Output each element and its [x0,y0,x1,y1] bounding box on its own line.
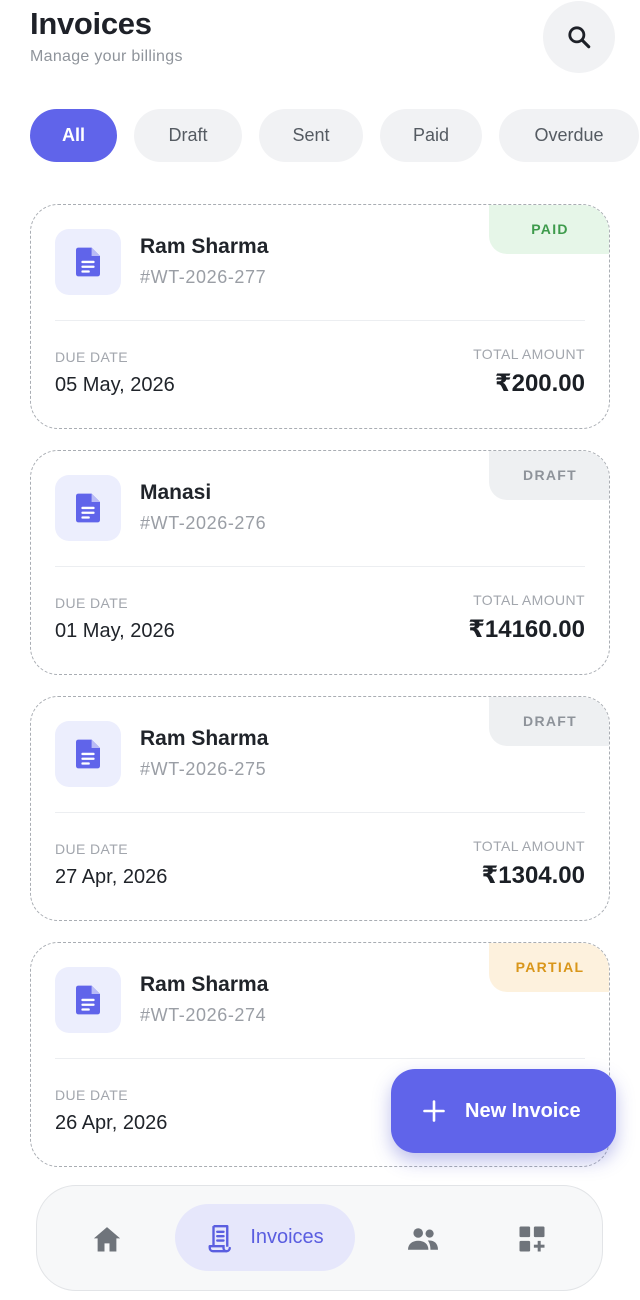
status-badge: DRAFT [489,697,609,746]
status-badge: PAID [489,205,609,254]
card-divider [55,566,585,567]
document-icon [76,247,100,277]
add-apps-icon [519,1226,545,1252]
due-date-value: 27 Apr, 2026 [55,866,168,888]
search-button[interactable] [543,1,615,73]
filter-chip-draft[interactable]: Draft [134,109,242,162]
due-date-label: DUE DATE [55,841,128,857]
client-name: Ram Sharma [140,727,269,750]
due-date-label: DUE DATE [55,349,128,365]
filter-chip-sent[interactable]: Sent [259,109,363,162]
new-invoice-label: New Invoice [465,1099,581,1122]
receipt-icon [208,1224,232,1252]
client-name: Manasi [140,481,212,504]
due-date-value: 26 Apr, 2026 [55,1112,168,1134]
nav-invoices-label: Invoices [250,1226,324,1248]
home-icon [93,1227,121,1252]
card-divider [55,1058,585,1059]
invoice-icon-box [55,721,121,787]
filter-chip-paid[interactable]: Paid [380,109,482,162]
new-invoice-button[interactable]: New Invoice [391,1069,616,1153]
status-filter-bar: All Draft Sent Paid Overdue [30,109,639,162]
invoice-number: #WT-2026-274 [140,1005,267,1025]
client-name: Ram Sharma [140,235,269,258]
invoice-number: #WT-2026-276 [140,513,267,533]
total-amount-label: TOTAL AMOUNT [473,838,585,854]
document-icon [76,493,100,523]
search-icon [568,26,591,49]
invoice-card[interactable]: DRAFT Ram Sharma #WT-2026-275 DUE DATE 2… [30,696,610,921]
total-amount-label: TOTAL AMOUNT [473,592,585,608]
total-amount-value: ₹14160.00 [468,616,585,643]
bottom-navigation: Invoices [36,1185,603,1291]
invoice-number: #WT-2026-277 [140,267,267,287]
card-divider [55,812,585,813]
total-amount-value: ₹200.00 [494,370,585,397]
invoice-card[interactable]: PAID Ram Sharma #WT-2026-277 DUE DATE 05… [30,204,610,429]
invoice-icon-box [55,475,121,541]
client-name: Ram Sharma [140,973,269,996]
nav-invoices[interactable]: Invoices [175,1204,355,1271]
total-amount-value: ₹1304.00 [481,862,585,889]
invoice-icon-box [55,967,121,1033]
total-amount-label: TOTAL AMOUNT [473,346,585,362]
page-subtitle: Manage your billings [30,48,183,65]
status-badge: DRAFT [489,451,609,500]
due-date-value: 01 May, 2026 [55,620,175,642]
plus-icon [423,1100,445,1122]
due-date-value: 05 May, 2026 [55,374,175,396]
due-date-label: DUE DATE [55,1087,128,1103]
document-icon [76,985,100,1015]
page-title: Invoices [30,6,152,41]
filter-chip-overdue[interactable]: Overdue [499,109,639,162]
document-icon [76,739,100,769]
nav-home[interactable] [87,1219,127,1259]
nav-clients[interactable] [401,1219,445,1259]
invoice-card[interactable]: DRAFT Manasi #WT-2026-276 DUE DATE 01 Ma… [30,450,610,675]
people-icon [408,1228,438,1250]
due-date-label: DUE DATE [55,595,128,611]
invoice-icon-box [55,229,121,295]
status-badge: PARTIAL [489,943,609,992]
filter-chip-all[interactable]: All [30,109,117,162]
nav-more[interactable] [512,1219,552,1259]
invoice-number: #WT-2026-275 [140,759,267,779]
page-header: Invoices Manage your billings [30,6,183,66]
card-divider [55,320,585,321]
